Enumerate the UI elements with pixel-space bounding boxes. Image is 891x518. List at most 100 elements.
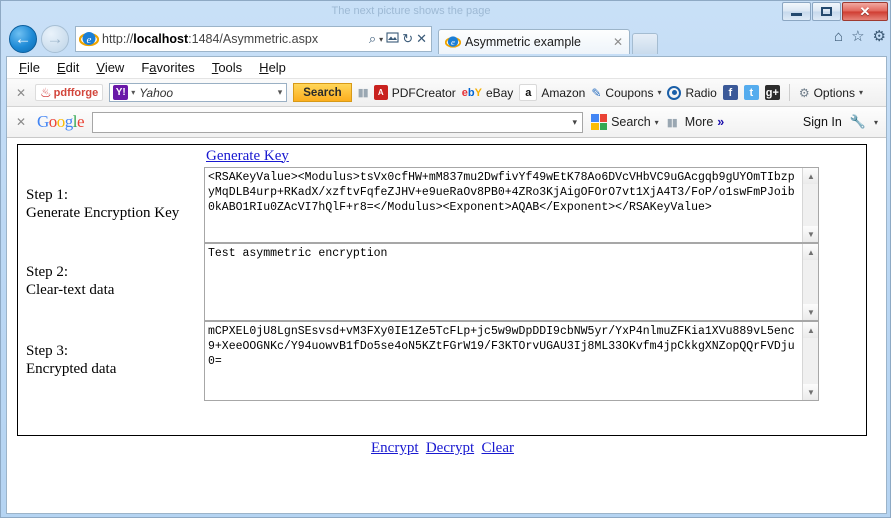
scroll-down-icon[interactable]: ▼ bbox=[803, 304, 818, 320]
cleartext-textarea-value: Test asymmetric encryption bbox=[208, 247, 388, 260]
chevron-down-icon[interactable]: ▾ bbox=[573, 117, 578, 128]
window-controls: ✕ bbox=[781, 2, 888, 22]
home-icon[interactable]: ⌂ bbox=[834, 29, 843, 44]
toolbar-item-options[interactable]: ⚙ Options ▾ bbox=[799, 86, 863, 100]
menu-item-view[interactable]: View bbox=[96, 60, 124, 75]
google-toolbar: ✕ Google ▾ Search ▾ ▮▮ More » Sign In 🔧 … bbox=[7, 107, 886, 138]
yahoo-dropdown-icon[interactable]: ▾ bbox=[278, 87, 287, 98]
gear-icon[interactable]: ⚙ bbox=[873, 29, 886, 44]
toolbar-grip-handle[interactable]: ▮▮ bbox=[667, 116, 678, 129]
google-signin-link[interactable]: Sign In bbox=[803, 115, 842, 129]
menu-item-edit[interactable]: Edit bbox=[57, 60, 79, 75]
google-search-input[interactable]: ▾ bbox=[92, 111, 584, 133]
key-textarea[interactable]: <RSAKeyValue><Modulus>tsVx0cfHW+mM837mu2… bbox=[204, 167, 819, 243]
googleplus-icon[interactable]: g+ bbox=[764, 85, 780, 100]
step2-label-line1: Step 2: bbox=[26, 264, 69, 281]
flame-icon: ♨ bbox=[40, 85, 52, 100]
toolbar-item-label: Amazon bbox=[541, 85, 586, 100]
close-icon: ✕ bbox=[859, 4, 871, 19]
close-button[interactable]: ✕ bbox=[842, 2, 888, 21]
chevron-down-icon[interactable]: ▾ bbox=[379, 35, 383, 44]
toolbar-item-label: eBay bbox=[485, 85, 514, 100]
yahoo-search-input[interactable]: Y! ▾ Yahoo ▾ bbox=[109, 83, 288, 102]
menu-item-help[interactable]: Help bbox=[259, 60, 286, 75]
toolbar-grip-handle[interactable]: ▮▮ bbox=[358, 86, 369, 99]
toolbar-item-label: Coupons bbox=[605, 85, 654, 100]
menu-item-file[interactable]: File bbox=[19, 60, 40, 75]
pdfforge-search-button[interactable]: Search bbox=[293, 83, 352, 102]
google-search-icon bbox=[591, 114, 608, 130]
favorites-icon[interactable]: ☆ bbox=[851, 29, 864, 44]
google-toolbar-close-icon[interactable]: ✕ bbox=[13, 115, 29, 129]
chevron-down-icon[interactable]: ▾ bbox=[657, 88, 661, 97]
toolbar-item-coupons[interactable]: ✎ Coupons ▾ bbox=[591, 86, 661, 100]
compatibility-view-icon[interactable] bbox=[386, 31, 399, 47]
step1-field-cell: <RSAKeyValue><Modulus>tsVx0cfHW+mM837mu2… bbox=[204, 167, 819, 243]
clear-link[interactable]: Clear bbox=[482, 440, 514, 456]
facebook-icon[interactable]: f bbox=[722, 85, 738, 100]
coupons-icon: ✎ bbox=[591, 85, 602, 100]
amazon-icon: a bbox=[519, 84, 538, 101]
encrypt-link[interactable]: Encrypt bbox=[371, 440, 418, 456]
scroll-down-icon[interactable]: ▼ bbox=[803, 384, 818, 400]
forward-button[interactable]: → bbox=[41, 25, 69, 53]
menu-item-tools[interactable]: Tools bbox=[212, 60, 242, 75]
step1-label-line1: Step 1: bbox=[26, 187, 69, 204]
toolbar-item-radio[interactable]: Radio bbox=[667, 85, 717, 100]
toolbar-item-label: PDFCreator bbox=[391, 85, 456, 100]
wrench-icon[interactable]: 🔧 bbox=[850, 114, 866, 130]
search-icon[interactable]: ⌕ bbox=[369, 31, 376, 47]
browser-content-shell: File Edit View Favorites Tools Help ✕ ♨ … bbox=[6, 56, 887, 514]
back-button[interactable]: ← bbox=[9, 25, 37, 53]
cleartext-textarea[interactable]: Test asymmetric encryption ▲ ▼ bbox=[204, 243, 819, 321]
scroll-up-icon[interactable]: ▲ bbox=[803, 168, 818, 184]
step3-field-cell: mCPXEL0jU8LgnSEsvsd+vM3FXy0IE1Ze5TcFLp+j… bbox=[204, 321, 819, 401]
address-bar[interactable]: e http://localhost:1484/Asymmetric.aspx … bbox=[75, 26, 432, 52]
toolbar-item-pdfcreator[interactable]: A PDFCreator bbox=[373, 85, 456, 100]
google-more-button[interactable]: More » bbox=[685, 115, 724, 129]
pdfforge-brand-label: pdfforge bbox=[53, 86, 99, 99]
step1-label: Step 1: Generate Encryption Key bbox=[18, 167, 204, 243]
toolbar-item-amazon[interactable]: a Amazon bbox=[519, 84, 585, 101]
cleartext-textarea-scrollbar[interactable]: ▲ ▼ bbox=[802, 244, 818, 320]
new-tab-button[interactable] bbox=[632, 33, 658, 54]
encrypted-textarea-scrollbar[interactable]: ▲ ▼ bbox=[802, 322, 818, 400]
twitter-icon[interactable]: t bbox=[743, 85, 759, 100]
address-text: http://localhost:1484/Asymmetric.aspx bbox=[102, 32, 319, 46]
options-label: Options bbox=[813, 85, 855, 100]
google-search-button[interactable]: Search ▾ bbox=[591, 114, 659, 130]
pdfforge-toolbar-close-icon[interactable]: ✕ bbox=[13, 86, 29, 100]
chevron-down-icon[interactable]: ▾ bbox=[874, 118, 878, 127]
chevron-down-icon[interactable]: ▾ bbox=[859, 88, 863, 97]
tab-asymmetric-example[interactable]: e Asymmetric example ✕ bbox=[438, 29, 630, 54]
pdfforge-logo[interactable]: ♨ pdfforge bbox=[35, 84, 104, 101]
scroll-down-icon[interactable]: ▼ bbox=[803, 226, 818, 242]
stop-icon[interactable]: ✕ bbox=[416, 31, 427, 47]
menu-item-favorites[interactable]: Favorites bbox=[141, 60, 194, 75]
minimize-button[interactable] bbox=[782, 2, 811, 21]
google-search-label: Search bbox=[611, 115, 651, 129]
generate-key-row: Generate Key bbox=[18, 145, 819, 167]
yahoo-icon: Y! bbox=[113, 85, 129, 100]
engine-chevron-down-icon[interactable]: ▾ bbox=[131, 88, 135, 97]
generate-key-link[interactable]: Generate Key bbox=[206, 148, 289, 164]
step1-label-line2: Generate Encryption Key bbox=[26, 205, 180, 221]
ie-browser-window: The next picture shows the page ✕ ← → e … bbox=[0, 0, 891, 518]
step3-label-line1: Step 3: bbox=[26, 343, 69, 360]
toolbar-item-ebay[interactable]: ebY eBay bbox=[462, 86, 514, 100]
tab-close-icon[interactable]: ✕ bbox=[611, 35, 625, 49]
chevron-down-icon[interactable]: ▾ bbox=[655, 118, 659, 127]
refresh-icon[interactable]: ↻ bbox=[402, 31, 413, 47]
radio-icon bbox=[667, 85, 682, 100]
tab-title: Asymmetric example bbox=[465, 35, 581, 49]
decrypt-link[interactable]: Decrypt bbox=[426, 440, 474, 456]
maximize-button[interactable] bbox=[812, 2, 841, 21]
key-textarea-scrollbar[interactable]: ▲ ▼ bbox=[802, 168, 818, 242]
table-row: Step 2: Clear-text data Test asymmetric … bbox=[18, 243, 819, 321]
table-row: Step 3: Encrypted data mCPXEL0jU8LgnSEsv… bbox=[18, 321, 819, 401]
scroll-up-icon[interactable]: ▲ bbox=[803, 244, 818, 260]
scroll-up-icon[interactable]: ▲ bbox=[803, 322, 818, 338]
ebay-icon: ebY bbox=[461, 86, 482, 99]
encrypted-textarea[interactable]: mCPXEL0jU8LgnSEsvsd+vM3FXy0IE1Ze5TcFLp+j… bbox=[204, 321, 819, 401]
window-title: The next picture shows the page bbox=[331, 5, 491, 17]
